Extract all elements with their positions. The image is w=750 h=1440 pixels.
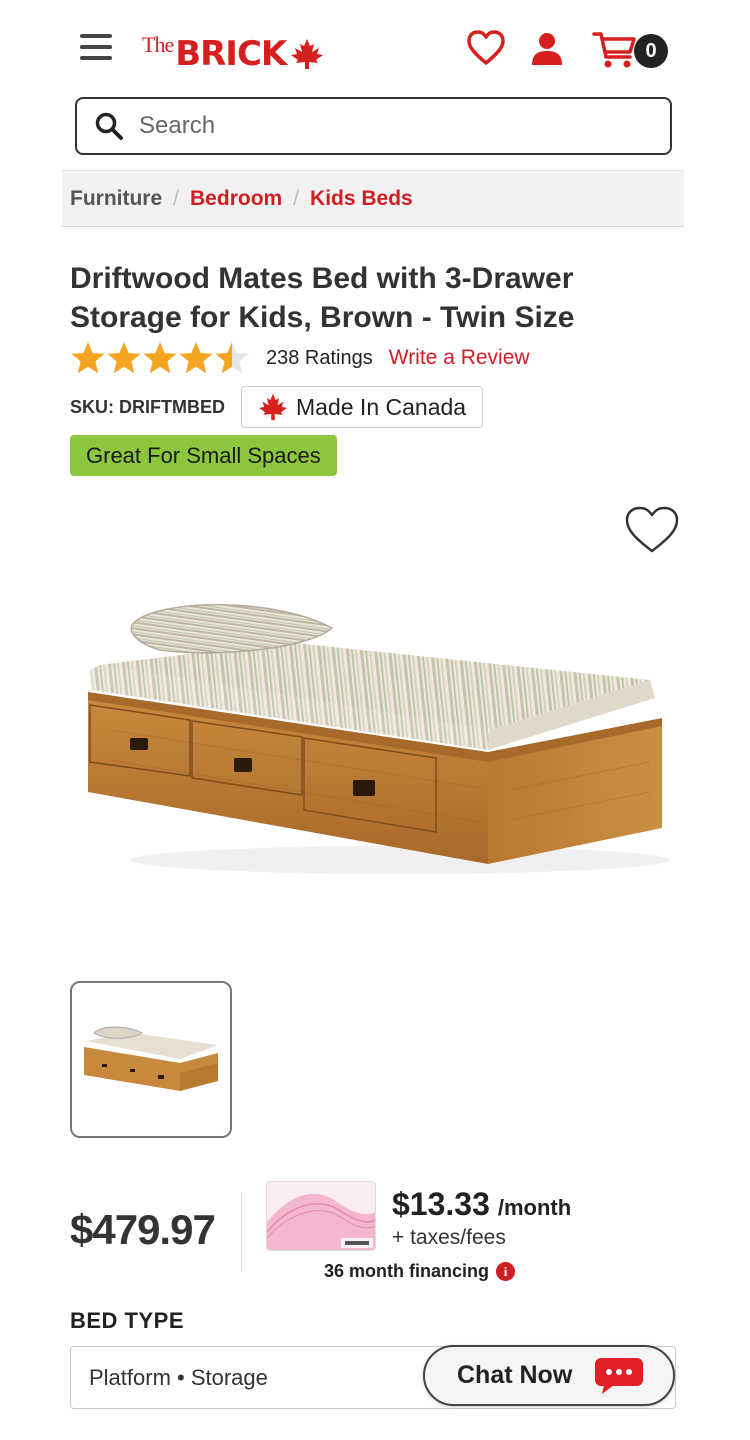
- add-to-wishlist-heart-icon[interactable]: [624, 505, 680, 555]
- star-rating[interactable]: [70, 341, 250, 375]
- made-in-canada-label: Made In Canada: [296, 393, 467, 420]
- search-bar[interactable]: [75, 97, 672, 155]
- site-header: The BRICK 0: [0, 0, 750, 100]
- product-image[interactable]: [70, 570, 680, 890]
- taxes-fees: + taxes/fees: [392, 1226, 506, 1249]
- product-price: $479.97: [70, 1206, 216, 1253]
- great-for-small-spaces-tag: Great For Small Spaces: [70, 435, 337, 476]
- logo-the: The: [142, 32, 174, 57]
- logo-brick: BRICK: [175, 34, 287, 74]
- thumbnail-image: [84, 1026, 218, 1091]
- breadcrumb-kids-beds[interactable]: Kids Beds: [310, 187, 413, 211]
- made-in-canada-badge: Made In Canada: [241, 386, 484, 428]
- sku-text: SKU: DRIFTMBED: [70, 396, 225, 417]
- chat-bubble-icon: [595, 1357, 644, 1394]
- brick-logo[interactable]: The BRICK: [142, 30, 324, 74]
- breadcrumb-furniture[interactable]: Furniture: [70, 187, 162, 211]
- product-thumbnail[interactable]: [70, 981, 232, 1138]
- chat-now-label: Chat Now: [457, 1361, 573, 1389]
- star-full-icon: [179, 342, 213, 374]
- maple-leaf-icon: [291, 39, 324, 69]
- heart-icon[interactable]: [467, 30, 505, 66]
- hamburger-menu-icon[interactable]: [80, 34, 112, 64]
- monthly-payment: $13.33 /month: [392, 1186, 571, 1223]
- monthly-amount: $13.33: [392, 1186, 490, 1222]
- star-full-icon: [107, 342, 141, 374]
- bed-type-value: Platform • Storage: [89, 1364, 268, 1390]
- product-title: Driftwood Mates Bed with 3-Drawer Storag…: [70, 262, 575, 334]
- rating-row: 238 Ratings Write a Review: [70, 340, 530, 376]
- bed-type-label: BED TYPE: [70, 1308, 185, 1333]
- breadcrumb: Furniture / Bedroom / Kids Beds: [62, 170, 684, 227]
- ratings-count[interactable]: 238 Ratings: [266, 347, 373, 370]
- cart-icon[interactable]: [592, 30, 638, 70]
- price-divider: [241, 1192, 242, 1272]
- flexiti-card-image[interactable]: [266, 1181, 376, 1251]
- sku-row: SKU: DRIFTMBED Made In Canada: [70, 386, 484, 428]
- user-icon[interactable]: [530, 32, 564, 66]
- monthly-per: /month: [497, 1195, 572, 1220]
- financing-text: 36 month financing: [324, 1261, 490, 1281]
- chat-now-button[interactable]: Chat Now: [423, 1345, 675, 1406]
- search-icon: [95, 112, 123, 140]
- breadcrumb-bedroom[interactable]: Bedroom: [190, 187, 282, 211]
- star-full-icon: [71, 342, 105, 374]
- star-full-icon: [143, 342, 177, 374]
- flexiti-card-icon: [267, 1182, 375, 1250]
- breadcrumb-separator: /: [293, 186, 300, 210]
- cart-count-badge[interactable]: 0: [634, 34, 668, 68]
- financing-info: 36 month financing i: [324, 1261, 516, 1282]
- star-half-icon: [215, 342, 249, 374]
- search-input[interactable]: [139, 112, 619, 140]
- write-review-link[interactable]: Write a Review: [389, 346, 530, 370]
- info-icon[interactable]: i: [496, 1262, 516, 1281]
- maple-leaf-icon: [259, 393, 287, 421]
- breadcrumb-separator: /: [173, 186, 180, 210]
